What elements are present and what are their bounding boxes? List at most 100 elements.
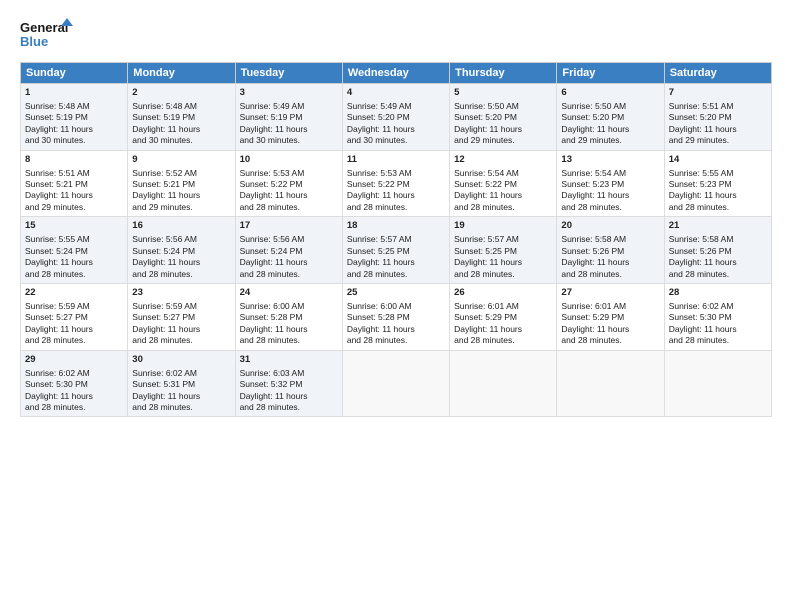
day-info: Daylight: 11 hours [240, 190, 308, 200]
calendar-cell: 18Sunrise: 5:57 AMSunset: 5:25 PMDayligh… [342, 217, 449, 284]
day-info: Sunrise: 5:48 AM [25, 101, 90, 111]
day-info: Sunset: 5:20 PM [347, 112, 410, 122]
calendar-cell: 2Sunrise: 5:48 AMSunset: 5:19 PMDaylight… [128, 84, 235, 151]
day-info: Sunrise: 5:53 AM [240, 168, 305, 178]
day-info: Sunset: 5:29 PM [561, 312, 624, 322]
logo: General Blue [20, 16, 75, 54]
day-info: Sunrise: 5:58 AM [669, 234, 734, 244]
day-info: Sunrise: 5:51 AM [25, 168, 90, 178]
day-info: Sunrise: 5:57 AM [454, 234, 519, 244]
calendar-cell: 5Sunrise: 5:50 AMSunset: 5:20 PMDaylight… [450, 84, 557, 151]
day-info: and 30 minutes. [240, 135, 300, 145]
day-info: Daylight: 11 hours [25, 190, 93, 200]
calendar-cell [450, 350, 557, 417]
calendar-cell: 22Sunrise: 5:59 AMSunset: 5:27 PMDayligh… [21, 284, 128, 351]
day-info: and 29 minutes. [561, 135, 621, 145]
day-info: and 28 minutes. [25, 269, 85, 279]
day-info: Daylight: 11 hours [669, 124, 737, 134]
day-info: Sunrise: 6:03 AM [240, 368, 305, 378]
day-info: and 29 minutes. [454, 135, 514, 145]
day-info: and 28 minutes. [454, 335, 514, 345]
col-saturday: Saturday [664, 63, 771, 84]
day-info: Sunrise: 6:02 AM [132, 368, 197, 378]
day-info: Sunrise: 5:58 AM [561, 234, 626, 244]
day-info: and 30 minutes. [132, 135, 192, 145]
col-friday: Friday [557, 63, 664, 84]
calendar-cell: 17Sunrise: 5:56 AMSunset: 5:24 PMDayligh… [235, 217, 342, 284]
day-info: Sunset: 5:24 PM [25, 246, 88, 256]
day-info: Sunrise: 5:55 AM [25, 234, 90, 244]
day-info: Sunrise: 5:50 AM [561, 101, 626, 111]
day-info: Daylight: 11 hours [132, 257, 200, 267]
day-info: Sunrise: 5:51 AM [669, 101, 734, 111]
day-info: Sunrise: 5:50 AM [454, 101, 519, 111]
day-number: 6 [561, 87, 659, 100]
day-number: 10 [240, 154, 338, 167]
day-info: Sunset: 5:30 PM [25, 379, 88, 389]
day-number: 26 [454, 287, 552, 300]
day-number: 18 [347, 220, 445, 233]
day-number: 15 [25, 220, 123, 233]
day-info: Sunset: 5:22 PM [347, 179, 410, 189]
day-number: 8 [25, 154, 123, 167]
day-info: Sunrise: 6:01 AM [454, 301, 519, 311]
calendar-cell: 14Sunrise: 5:55 AMSunset: 5:23 PMDayligh… [664, 150, 771, 217]
day-info: Daylight: 11 hours [347, 324, 415, 334]
day-info: Sunset: 5:23 PM [669, 179, 732, 189]
day-info: Daylight: 11 hours [561, 257, 629, 267]
col-thursday: Thursday [450, 63, 557, 84]
calendar-cell: 27Sunrise: 6:01 AMSunset: 5:29 PMDayligh… [557, 284, 664, 351]
week-row-1: 8Sunrise: 5:51 AMSunset: 5:21 PMDaylight… [21, 150, 772, 217]
calendar-cell: 11Sunrise: 5:53 AMSunset: 5:22 PMDayligh… [342, 150, 449, 217]
calendar-cell: 28Sunrise: 6:02 AMSunset: 5:30 PMDayligh… [664, 284, 771, 351]
day-info: Sunset: 5:32 PM [240, 379, 303, 389]
day-info: and 28 minutes. [669, 202, 729, 212]
day-number: 29 [25, 354, 123, 367]
day-info: and 28 minutes. [669, 335, 729, 345]
svg-text:General: General [20, 20, 68, 35]
calendar-cell [557, 350, 664, 417]
day-info: Daylight: 11 hours [25, 324, 93, 334]
day-info: Sunrise: 6:01 AM [561, 301, 626, 311]
calendar-cell: 7Sunrise: 5:51 AMSunset: 5:20 PMDaylight… [664, 84, 771, 151]
day-info: Sunset: 5:28 PM [347, 312, 410, 322]
col-sunday: Sunday [21, 63, 128, 84]
calendar-cell: 20Sunrise: 5:58 AMSunset: 5:26 PMDayligh… [557, 217, 664, 284]
calendar-cell: 6Sunrise: 5:50 AMSunset: 5:20 PMDaylight… [557, 84, 664, 151]
day-info: and 28 minutes. [454, 269, 514, 279]
page: General Blue Sunday Monday Tuesday Wedne… [0, 0, 792, 612]
day-info: Daylight: 11 hours [25, 391, 93, 401]
day-number: 31 [240, 354, 338, 367]
day-info: Sunrise: 5:56 AM [240, 234, 305, 244]
day-info: and 28 minutes. [561, 202, 621, 212]
day-info: Sunrise: 6:02 AM [669, 301, 734, 311]
day-info: and 28 minutes. [132, 269, 192, 279]
week-row-2: 15Sunrise: 5:55 AMSunset: 5:24 PMDayligh… [21, 217, 772, 284]
day-info: Sunset: 5:21 PM [25, 179, 88, 189]
day-info: and 28 minutes. [347, 335, 407, 345]
calendar-cell: 29Sunrise: 6:02 AMSunset: 5:30 PMDayligh… [21, 350, 128, 417]
day-number: 30 [132, 354, 230, 367]
day-number: 28 [669, 287, 767, 300]
logo-svg: General Blue [20, 16, 75, 54]
day-info: Daylight: 11 hours [561, 190, 629, 200]
col-monday: Monday [128, 63, 235, 84]
day-info: Sunrise: 5:52 AM [132, 168, 197, 178]
day-info: Sunset: 5:24 PM [132, 246, 195, 256]
day-info: Sunrise: 6:00 AM [347, 301, 412, 311]
day-number: 2 [132, 87, 230, 100]
day-info: and 28 minutes. [240, 202, 300, 212]
day-info: Sunset: 5:26 PM [561, 246, 624, 256]
calendar-cell: 8Sunrise: 5:51 AMSunset: 5:21 PMDaylight… [21, 150, 128, 217]
day-info: Daylight: 11 hours [240, 257, 308, 267]
day-info: and 28 minutes. [347, 202, 407, 212]
calendar-cell: 13Sunrise: 5:54 AMSunset: 5:23 PMDayligh… [557, 150, 664, 217]
day-info: and 28 minutes. [240, 269, 300, 279]
calendar-cell: 12Sunrise: 5:54 AMSunset: 5:22 PMDayligh… [450, 150, 557, 217]
day-info: Daylight: 11 hours [454, 257, 522, 267]
day-number: 22 [25, 287, 123, 300]
day-number: 7 [669, 87, 767, 100]
day-info: Sunrise: 5:59 AM [132, 301, 197, 311]
day-number: 11 [347, 154, 445, 167]
day-info: Sunset: 5:27 PM [25, 312, 88, 322]
